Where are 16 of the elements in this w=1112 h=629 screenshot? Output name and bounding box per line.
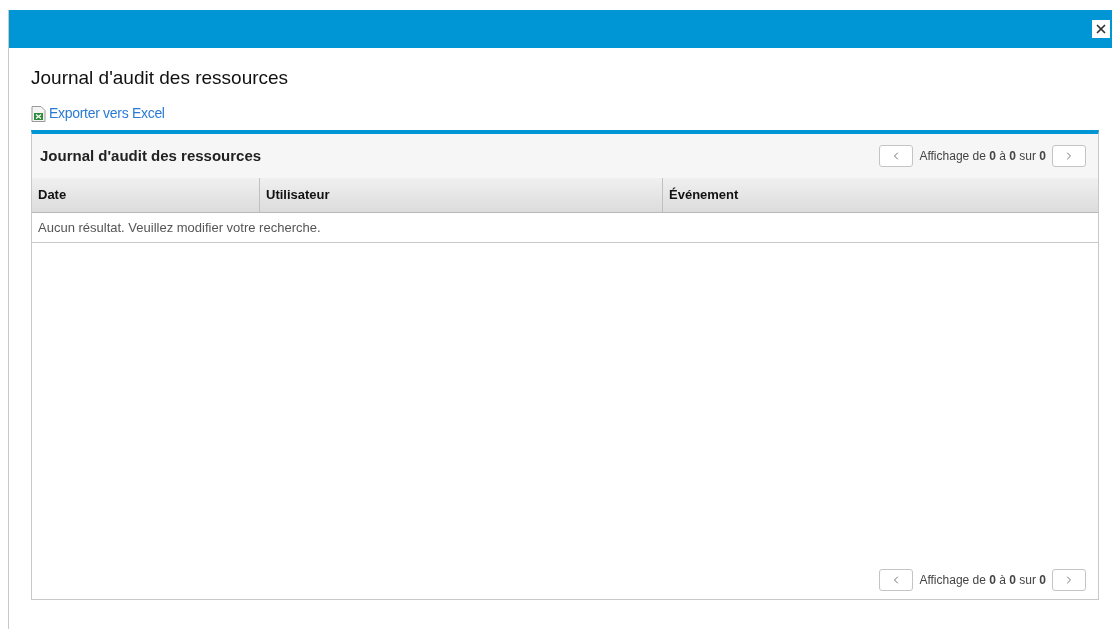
column-header[interactable]: Événement: [662, 178, 1098, 212]
dialog-title: Journal d'audit des ressources: [31, 66, 290, 90]
next-page-button[interactable]: [1052, 569, 1086, 591]
pagination-text: Affichage de 0 à 0 sur 0: [919, 572, 1046, 589]
panel-title: Journal d'audit des ressources: [40, 145, 262, 166]
column-header[interactable]: Date: [32, 178, 259, 212]
column-header[interactable]: Utilisateur: [259, 178, 662, 212]
spreadsheet-icon: [31, 105, 46, 122]
close-icon: [1094, 22, 1108, 36]
pagination-text: Affichage de 0 à 0 sur 0: [919, 148, 1046, 165]
export-link[interactable]: Exporter vers Excel: [49, 103, 165, 124]
previous-page-button[interactable]: [879, 569, 914, 591]
next-page-button[interactable]: [1052, 145, 1086, 167]
close-button[interactable]: [1092, 20, 1110, 38]
previous-page-button[interactable]: [879, 145, 914, 167]
empty-message: Aucun résultat. Veuillez modifier votre recherche.: [38, 218, 321, 237]
